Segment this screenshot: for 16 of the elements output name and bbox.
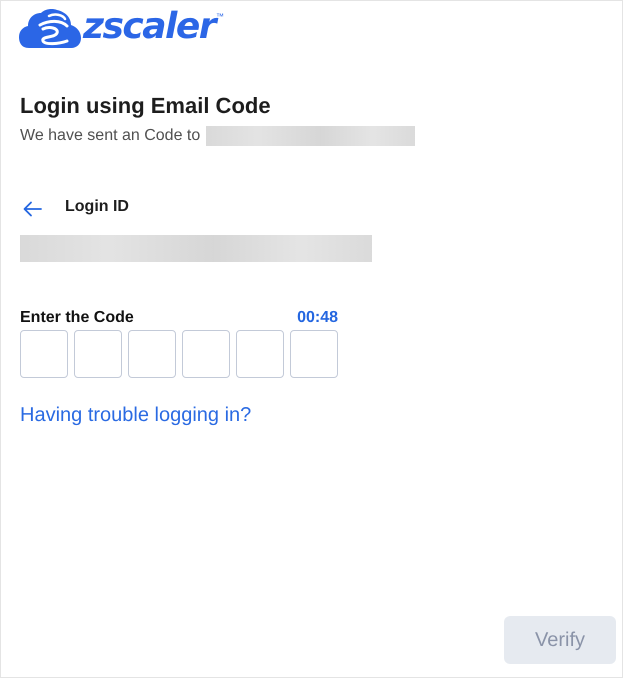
cloud-icon	[19, 8, 81, 48]
code-label: Enter the Code	[20, 309, 134, 327]
subtitle: We have sent an Code to	[20, 127, 200, 145]
login-id-label: Login ID	[65, 198, 129, 216]
trademark-sign: ™	[216, 12, 224, 21]
code-digit-field[interactable]	[290, 330, 338, 378]
code-digit-field[interactable]	[182, 330, 230, 378]
logo-wordmark: zscaler	[83, 7, 216, 47]
code-digit-field[interactable]	[74, 330, 122, 378]
trouble-login-link[interactable]: Having trouble logging in?	[20, 402, 252, 428]
countdown-timer: 00:48	[297, 309, 338, 327]
back-arrow-icon[interactable]	[23, 201, 42, 217]
code-digit-field[interactable]	[236, 330, 284, 378]
page-title: Login using Email Code	[20, 92, 272, 120]
code-digit-field[interactable]	[128, 330, 176, 378]
code-digit-field[interactable]	[20, 330, 68, 378]
